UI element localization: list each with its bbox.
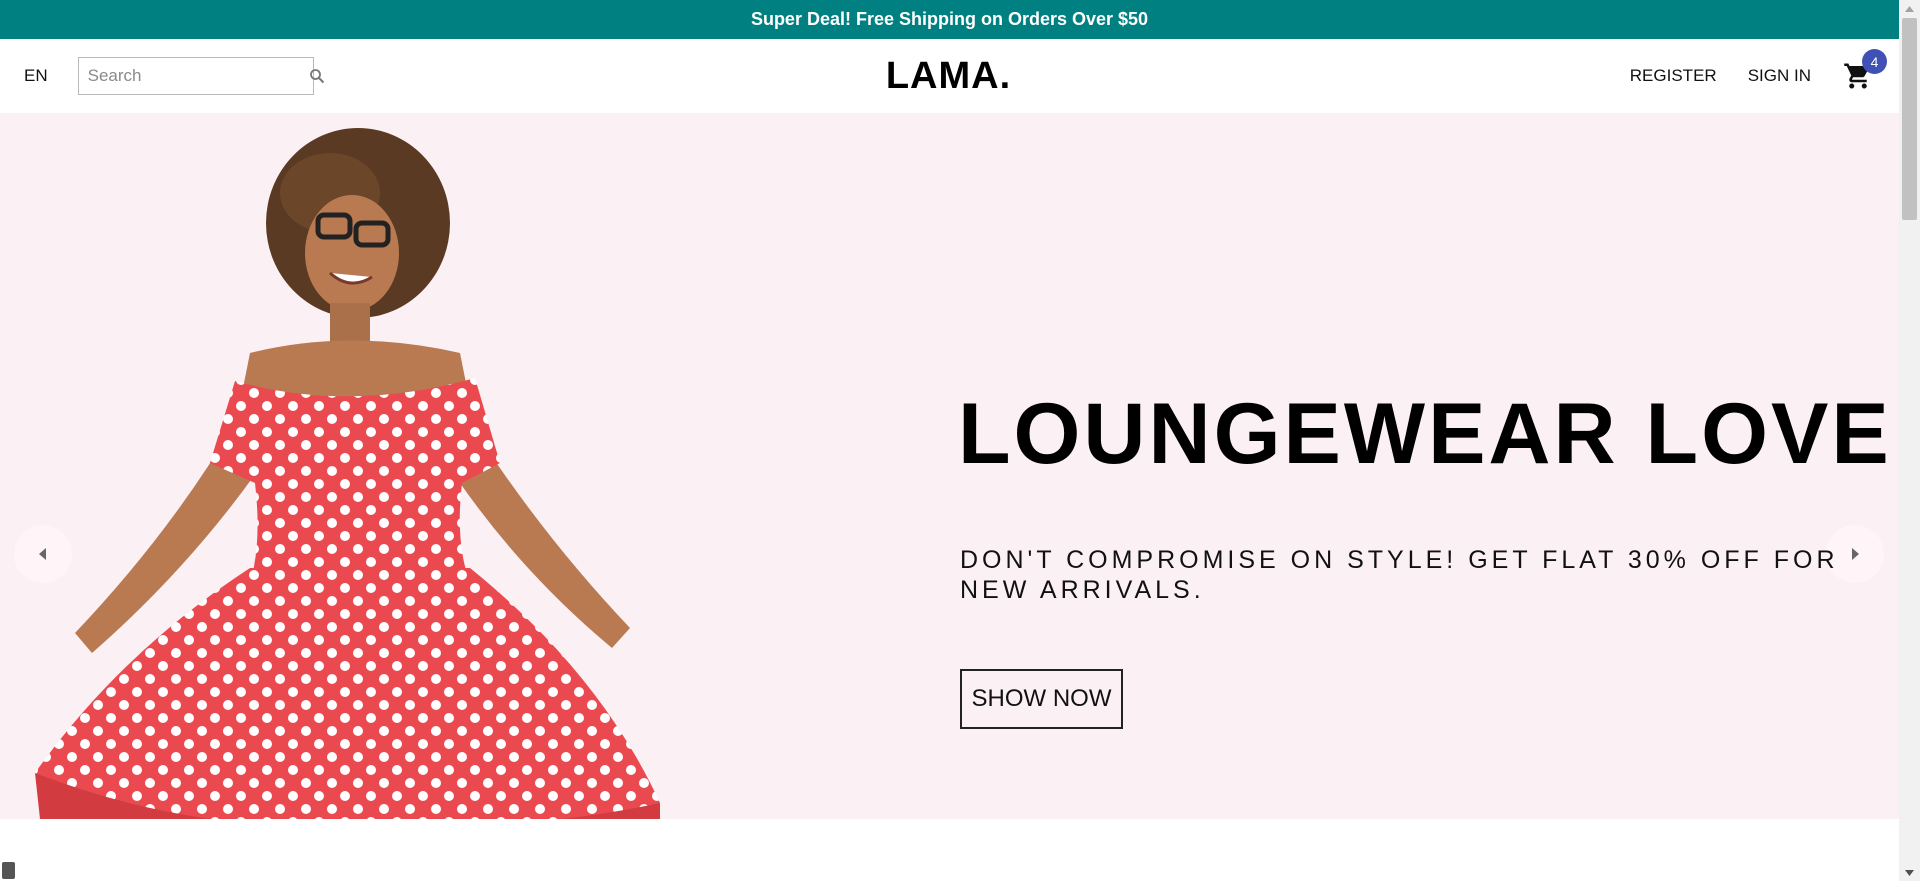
sign-in-link[interactable]: SIGN IN [1748, 66, 1811, 86]
search-input[interactable] [87, 66, 309, 86]
language-selector[interactable]: EN [24, 66, 48, 86]
hero-slider: LOUNGEWEAR LOVE DON'T COMPROMISE ON STYL… [0, 113, 1899, 819]
scroll-thumb[interactable] [1902, 18, 1917, 220]
hero-description: DON'T COMPROMISE ON STYLE! GET FLAT 30% … [960, 546, 1839, 604]
logo[interactable]: LAMA. [886, 55, 1011, 97]
hero-title: LOUNGEWEAR LOVE [958, 386, 1892, 482]
navbar-right: REGISTER SIGN IN 4 [1257, 49, 1899, 91]
show-now-button[interactable]: SHOW NOW [960, 669, 1123, 729]
arrow-right-icon [1852, 548, 1859, 560]
announcement-bar: Super Deal! Free Shipping on Orders Over… [0, 0, 1899, 39]
navbar: EN LAMA. REGISTER SIGN IN 4 [0, 39, 1899, 113]
navbar-center: LAMA. [640, 55, 1256, 98]
register-link[interactable]: REGISTER [1630, 66, 1717, 86]
cart-button[interactable]: 4 [1843, 49, 1887, 91]
hero-model-image [35, 128, 660, 819]
search-icon[interactable] [309, 68, 325, 84]
scroll-down-arrow-icon[interactable] [1899, 864, 1920, 881]
cart-count-badge: 4 [1861, 49, 1887, 74]
search-container [77, 57, 324, 95]
page-scrollbar[interactable] [1899, 0, 1920, 881]
corner-widget-icon[interactable] [2, 862, 15, 879]
slider-prev-button[interactable] [14, 525, 72, 583]
announcement-text: Super Deal! Free Shipping on Orders Over… [750, 9, 1149, 29]
arrow-left-icon [39, 548, 46, 560]
navbar-left: EN [0, 57, 640, 95]
scroll-up-arrow-icon[interactable] [1899, 0, 1920, 17]
